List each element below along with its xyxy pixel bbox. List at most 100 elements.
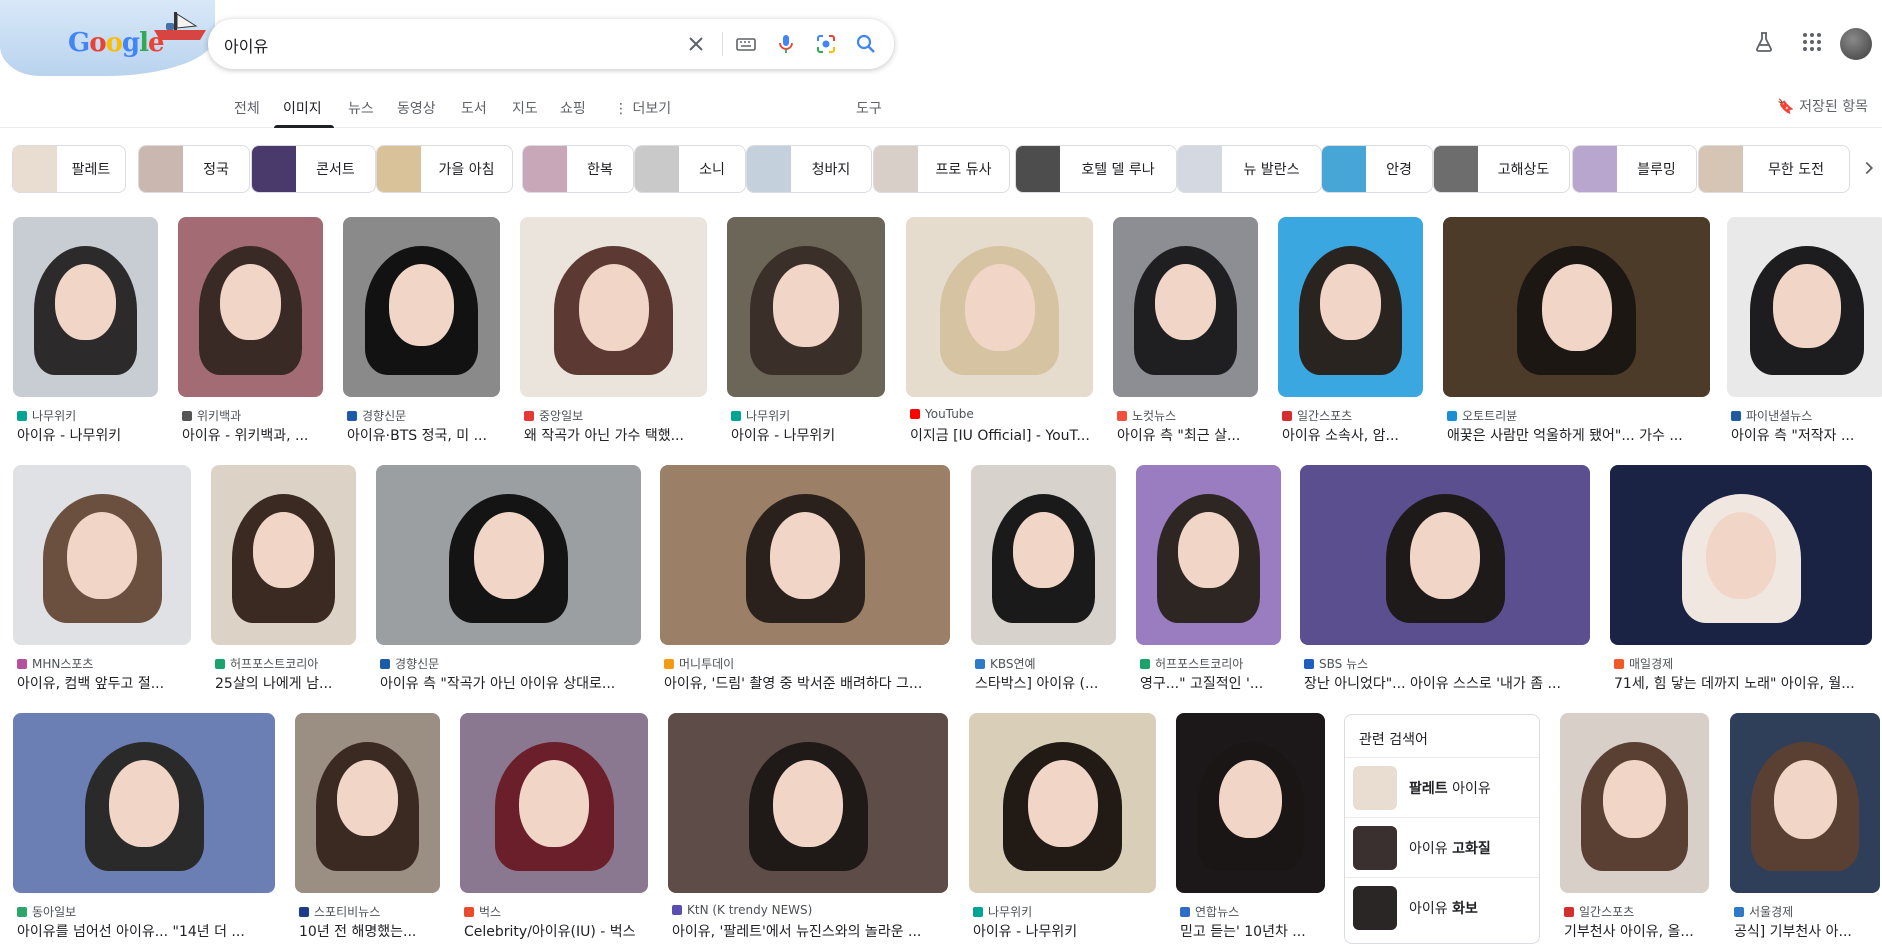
- search-input[interactable]: 아이유: [224, 33, 268, 57]
- result-title[interactable]: 아이유, 컴백 앞두고 절...: [17, 673, 191, 693]
- image-thumbnail[interactable]: [211, 465, 356, 645]
- result-source[interactable]: YouTube: [910, 407, 1093, 421]
- chip[interactable]: 블루밍: [1572, 145, 1697, 193]
- image-thumbnail[interactable]: [1443, 217, 1710, 397]
- apps-grid-icon[interactable]: [1800, 30, 1824, 54]
- chip[interactable]: 가을 아침: [376, 145, 513, 193]
- chip[interactable]: 프로 듀사: [873, 145, 1010, 193]
- tab-maps[interactable]: 지도: [512, 98, 538, 118]
- image-result-card[interactable]: 허프포스트코리아 25살의 나에게 남...: [211, 465, 356, 701]
- search-box[interactable]: 아이유: [208, 19, 894, 69]
- result-source[interactable]: 스포티비뉴스: [299, 903, 440, 920]
- related-search-item[interactable]: 아이유 화보: [1345, 877, 1539, 937]
- tab-tools[interactable]: 도구: [856, 98, 882, 118]
- image-thumbnail[interactable]: [1560, 713, 1709, 893]
- result-source[interactable]: MHN스포츠: [17, 655, 191, 672]
- result-title[interactable]: 아이유 소속사, 암...: [1282, 425, 1423, 445]
- image-thumbnail[interactable]: [1136, 465, 1281, 645]
- image-thumbnail[interactable]: [1278, 217, 1423, 397]
- labs-flask-icon[interactable]: [1752, 30, 1776, 54]
- result-title[interactable]: 10년 전 해명했는...: [299, 921, 440, 941]
- chip[interactable]: 콘서트: [251, 145, 376, 193]
- image-result-card[interactable]: KtN (K trendy NEWS) 아이유, '팔레트'에서 뉴진스와의 놀라…: [668, 713, 948, 949]
- chip[interactable]: 뉴 발란스: [1177, 145, 1322, 193]
- result-title[interactable]: 왜 작곡가 아닌 가수 택했...: [524, 425, 707, 445]
- result-source[interactable]: 노컷뉴스: [1117, 407, 1258, 424]
- result-source[interactable]: 허프포스트코리아: [215, 655, 356, 672]
- tab-all[interactable]: 전체: [234, 98, 260, 118]
- result-source[interactable]: 동아일보: [17, 903, 275, 920]
- image-result-card[interactable]: 일간스포츠 아이유 소속사, 암...: [1278, 217, 1423, 453]
- image-result-card[interactable]: SBS 뉴스 장난 아니었다"... 아이유 스스로 '내가 좀 ...: [1300, 465, 1590, 701]
- result-source[interactable]: KtN (K trendy NEWS): [672, 903, 948, 917]
- image-thumbnail[interactable]: [727, 217, 885, 397]
- chip[interactable]: 안경: [1321, 145, 1433, 193]
- image-thumbnail[interactable]: [906, 217, 1093, 397]
- image-thumbnail[interactable]: [668, 713, 948, 893]
- google-doodle-logo[interactable]: Google: [0, 0, 220, 80]
- image-thumbnail[interactable]: [1730, 713, 1880, 893]
- result-source[interactable]: 일간스포츠: [1282, 407, 1423, 424]
- chip[interactable]: 팔레트: [12, 145, 126, 193]
- image-thumbnail[interactable]: [460, 713, 648, 893]
- result-title[interactable]: 이지금 [IU Official] - YouT...: [910, 425, 1093, 445]
- result-source[interactable]: 벅스: [464, 903, 648, 920]
- result-title[interactable]: 아이유·BTS 정국, 미 ...: [347, 425, 500, 445]
- image-result-card[interactable]: 머니투데이 아이유, '드림' 촬영 중 박서준 배려하다 그...: [660, 465, 950, 701]
- lens-icon[interactable]: [814, 32, 838, 56]
- image-result-card[interactable]: 스포티비뉴스 10년 전 해명했는...: [295, 713, 440, 949]
- image-result-card[interactable]: 동아일보 아이유를 넘어선 아이유... "14년 더 ...: [13, 713, 275, 949]
- chip[interactable]: 소니: [634, 145, 746, 193]
- result-source[interactable]: 경향신문: [380, 655, 641, 672]
- image-result-card[interactable]: YouTube 이지금 [IU Official] - YouT...: [906, 217, 1093, 453]
- search-icon[interactable]: [854, 32, 878, 56]
- result-title[interactable]: 장난 아니었다"... 아이유 스스로 '내가 좀 ...: [1304, 673, 1590, 693]
- tab-shopping[interactable]: 쇼핑: [560, 98, 586, 118]
- result-title[interactable]: 아이유를 넘어선 아이유... "14년 더 ...: [17, 921, 275, 941]
- image-result-card[interactable]: 벅스 Celebrity/아이유(IU) - 벅스: [460, 713, 648, 949]
- image-result-card[interactable]: 매일경제 71세, 힘 닿는 데까지 노래" 아이유, 월...: [1610, 465, 1872, 701]
- image-thumbnail[interactable]: [295, 713, 440, 893]
- result-title[interactable]: 애꿎은 사람만 억울하게 됐어"... 가수 ...: [1447, 425, 1710, 445]
- result-source[interactable]: 허프포스트코리아: [1140, 655, 1281, 672]
- result-title[interactable]: 공식] 기부천사 아...: [1734, 921, 1880, 941]
- related-search-item[interactable]: 아이유 고화질: [1345, 817, 1539, 877]
- chip[interactable]: 호텔 델 루나: [1015, 145, 1177, 193]
- tab-books[interactable]: 도서: [461, 98, 487, 118]
- result-source[interactable]: 매일경제: [1614, 655, 1872, 672]
- chip[interactable]: 한복: [522, 145, 634, 193]
- result-source[interactable]: KBS연예: [975, 655, 1116, 672]
- tab-more[interactable]: ⋮ 더보기: [614, 98, 671, 118]
- image-result-card[interactable]: 경향신문 아이유·BTS 정국, 미 ...: [343, 217, 500, 453]
- result-source[interactable]: 파이낸셜뉴스: [1731, 407, 1882, 424]
- chevron-right-icon[interactable]: [1858, 157, 1880, 179]
- image-result-card[interactable]: 허프포스트코리아 영구..." 고질적인 '...: [1136, 465, 1281, 701]
- image-result-card[interactable]: 연합뉴스 믿고 듣는' 10년차 ...: [1176, 713, 1325, 949]
- image-thumbnail[interactable]: [343, 217, 500, 397]
- result-title[interactable]: 아이유 - 나무위키: [731, 425, 885, 445]
- image-result-card[interactable]: 위키백과 아이유 - 위키백과, ...: [178, 217, 323, 453]
- result-title[interactable]: 25살의 나에게 남...: [215, 673, 356, 693]
- result-source[interactable]: 위키백과: [182, 407, 323, 424]
- result-title[interactable]: 믿고 듣는' 10년차 ...: [1180, 921, 1325, 941]
- image-result-card[interactable]: 오토트리뷴 애꿎은 사람만 억울하게 됐어"... 가수 ...: [1443, 217, 1710, 453]
- result-source[interactable]: SBS 뉴스: [1304, 655, 1590, 672]
- image-result-card[interactable]: 나무위키 아이유 - 나무위키: [969, 713, 1156, 949]
- result-title[interactable]: 아이유, '드림' 촬영 중 박서준 배려하다 그...: [664, 673, 950, 693]
- image-thumbnail[interactable]: [660, 465, 950, 645]
- image-result-card[interactable]: 서울경제 공식] 기부천사 아...: [1730, 713, 1880, 949]
- image-thumbnail[interactable]: [13, 713, 275, 893]
- result-source[interactable]: 연합뉴스: [1180, 903, 1325, 920]
- chip[interactable]: 청바지: [746, 145, 872, 193]
- image-result-card[interactable]: 파이낸셜뉴스 아이유 측 "저작자 ...: [1727, 217, 1882, 453]
- image-thumbnail[interactable]: [178, 217, 323, 397]
- result-title[interactable]: 아이유 - 나무위키: [17, 425, 158, 445]
- image-thumbnail[interactable]: [1610, 465, 1872, 645]
- image-thumbnail[interactable]: [13, 465, 191, 645]
- result-title[interactable]: 기부천사 아이유, 올...: [1564, 921, 1709, 941]
- saved-items-link[interactable]: 🔖 저장된 항목: [1777, 96, 1868, 116]
- result-title[interactable]: 71세, 힘 닿는 데까지 노래" 아이유, 월...: [1614, 673, 1872, 693]
- chip[interactable]: 무한 도전: [1698, 145, 1850, 193]
- image-result-card[interactable]: MHN스포츠 아이유, 컴백 앞두고 절...: [13, 465, 191, 701]
- image-result-card[interactable]: 중앙일보 왜 작곡가 아닌 가수 택했...: [520, 217, 707, 453]
